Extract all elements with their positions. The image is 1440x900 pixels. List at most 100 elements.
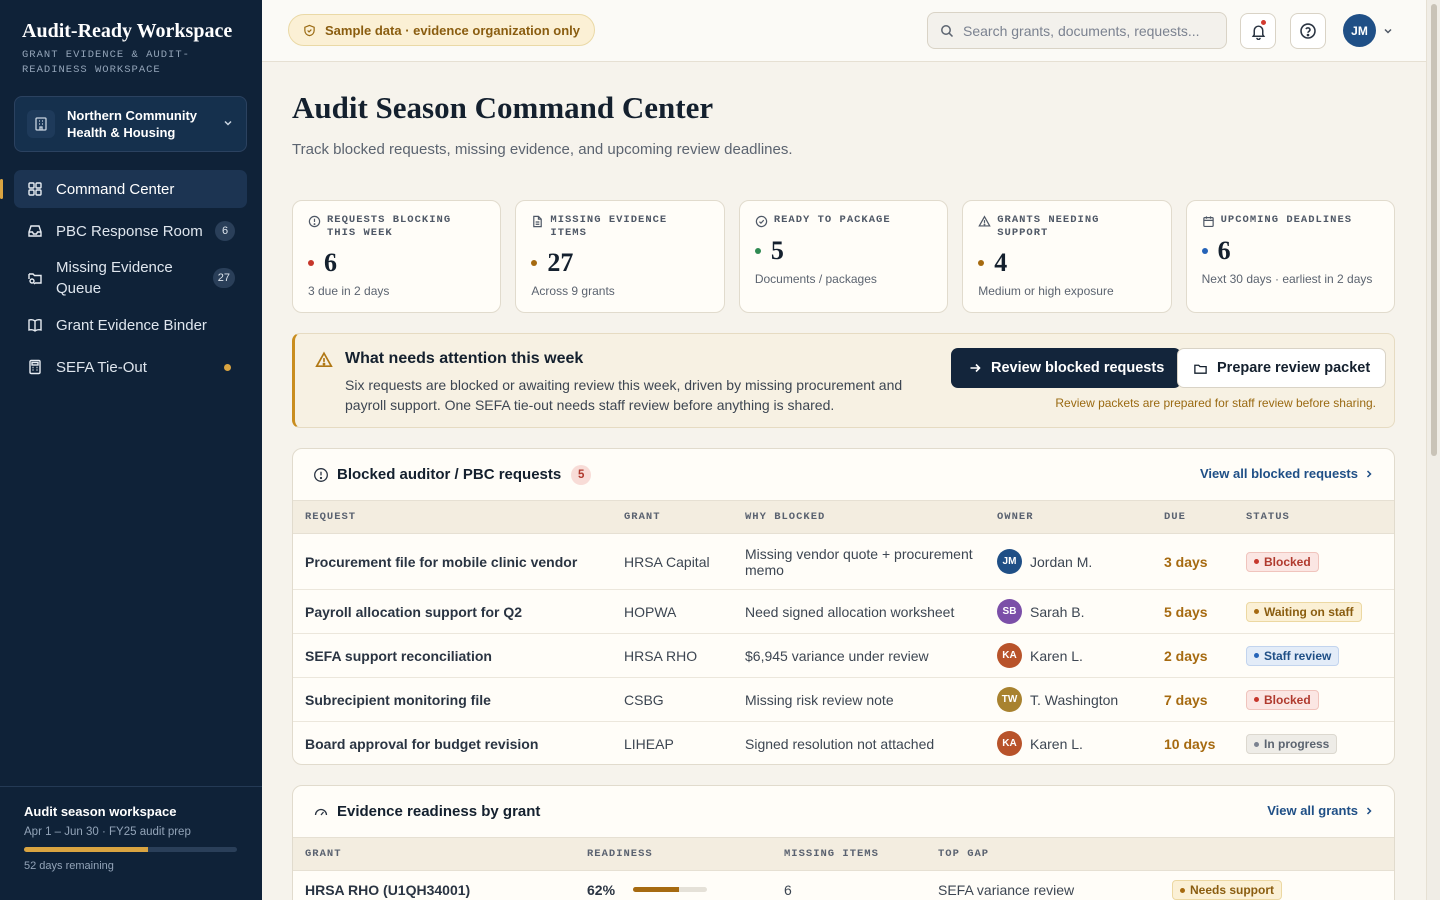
user-avatar[interactable]: JM xyxy=(1343,14,1376,47)
blocked-requests-panel: Blocked auditor / PBC requests 5 View al… xyxy=(292,448,1395,765)
kpi-label: Requests blocking this week xyxy=(327,214,452,239)
sidebar-item-sefa-tie-out[interactable]: SEFA Tie-Out xyxy=(14,348,247,386)
page-scrollbar[interactable] xyxy=(1426,0,1440,900)
due-value: 2 days xyxy=(1152,633,1234,678)
notifications-button[interactable] xyxy=(1240,13,1276,49)
column-header[interactable]: Readiness xyxy=(575,837,772,871)
request-name[interactable]: Subrecipient monitoring file xyxy=(293,677,612,722)
help-button[interactable] xyxy=(1290,13,1326,49)
kpi-card-upcoming-deadlines[interactable]: Upcoming deadlines 6 Next 30 days · earl… xyxy=(1185,200,1396,313)
due-value: 7 days xyxy=(1152,677,1234,722)
season-dates: Apr 1 – Jun 30 · FY25 audit prep xyxy=(24,826,191,838)
search-input[interactable] xyxy=(963,22,1213,39)
nav-count-badge: 6 xyxy=(215,221,235,241)
sidebar-item-grant-evidence-binder[interactable]: Grant Evidence Binder xyxy=(14,306,247,344)
kpi-card-grants-needing-support[interactable]: Grants needing support 4 Medium or high … xyxy=(962,200,1172,313)
table-row[interactable]: Procurement file for mobile clinic vendo… xyxy=(293,533,1394,590)
view-all-grants-link[interactable]: View all grants xyxy=(1267,803,1374,818)
sidebar-item-pbc-response-room[interactable]: PBC Response Room 6 xyxy=(14,212,247,250)
status-badge: In progress xyxy=(1246,734,1338,754)
request-name[interactable]: Board approval for budget revision xyxy=(293,722,612,765)
kpi-card-ready-to-package[interactable]: Ready to package 5 Documents / packages xyxy=(738,200,949,313)
org-switcher[interactable]: Northern Community Health & Housing xyxy=(14,96,247,152)
why-blocked: Missing vendor quote + procurement memo xyxy=(733,533,985,590)
table-row[interactable]: Board approval for budget revision LIHEAP… xyxy=(293,722,1394,765)
status-cell: Staff review xyxy=(1234,633,1394,678)
sidebar-item-command-center[interactable]: Command Center xyxy=(0,170,247,208)
status-badge: Needs support xyxy=(1172,880,1283,900)
column-header[interactable]: Missing items xyxy=(772,837,926,871)
column-header[interactable]: Due xyxy=(1152,500,1234,534)
building-icon xyxy=(27,110,55,138)
request-name[interactable]: SEFA support reconciliation xyxy=(293,633,612,678)
page-subtitle: Track blocked requests, missing evidence… xyxy=(292,141,793,158)
chevron-down-icon xyxy=(222,116,234,132)
status-label: In progress xyxy=(1264,737,1330,751)
owner-name: Karen L. xyxy=(1030,647,1083,664)
column-header xyxy=(1160,837,1394,871)
sidebar-nav: Command Center PBC Response Room 6 Missi… xyxy=(0,170,247,390)
chevron-right-icon xyxy=(1366,806,1372,815)
folder-search-icon xyxy=(26,269,44,287)
column-header[interactable]: Grant xyxy=(293,837,575,871)
status-dot xyxy=(1254,697,1259,703)
chevron-down-icon[interactable] xyxy=(1382,24,1394,40)
column-header[interactable]: Top gap xyxy=(926,837,1160,871)
kpi-value: 4 xyxy=(994,248,1008,277)
kpi-card-blocking-requests[interactable]: Requests blocking this week 6 3 due in 2… xyxy=(292,200,502,313)
column-header[interactable]: Why blocked xyxy=(733,500,985,534)
column-header[interactable]: Status xyxy=(1234,500,1394,534)
column-header[interactable]: Grant xyxy=(612,500,733,534)
inbox-icon xyxy=(26,222,44,240)
request-name[interactable]: Procurement file for mobile clinic vendo… xyxy=(293,533,612,590)
season-remaining: 52 days remaining xyxy=(24,860,114,872)
grant-name[interactable]: HRSA RHO (U1QH34001) xyxy=(293,871,575,900)
status-badge: Staff review xyxy=(1246,645,1340,666)
check-circle-icon xyxy=(755,214,774,228)
dashboard-icon xyxy=(26,180,44,198)
panel-title: Blocked auditor / PBC requests xyxy=(337,466,562,483)
sample-data-badge: Sample data · evidence organization only xyxy=(288,14,596,46)
owner-name: Sarah B. xyxy=(1030,603,1085,620)
request-name[interactable]: Payroll allocation support for Q2 xyxy=(293,589,612,634)
status-label: Blocked xyxy=(1264,692,1311,707)
sidebar-item-missing-evidence-queue[interactable]: Missing Evidence Queue 27 xyxy=(14,254,247,302)
prepare-review-packet-button[interactable]: Prepare review packet xyxy=(1177,348,1387,388)
search-box[interactable] xyxy=(927,12,1227,49)
review-blocked-requests-button[interactable]: Review blocked requests xyxy=(951,348,1182,388)
view-all-blocked-requests-link[interactable]: View all blocked requests xyxy=(1200,466,1374,481)
help-icon xyxy=(1299,22,1317,40)
kpi-status-dot xyxy=(531,260,538,266)
status-label: Waiting on staff xyxy=(1264,604,1354,619)
search-icon xyxy=(940,24,954,38)
owner-cell: SB Sarah B. xyxy=(985,589,1152,634)
sample-data-label: Sample data · evidence organization only xyxy=(325,22,581,38)
table-row[interactable]: Subrecipient monitoring file CSBG Missing … xyxy=(293,677,1394,722)
readiness-panel: Evidence readiness by grant View all gra… xyxy=(292,785,1395,900)
book-icon xyxy=(26,316,44,334)
grant-name: HRSA Capital xyxy=(612,533,733,590)
brand-subtitle: Grant evidence & audit-readiness workspa… xyxy=(22,49,190,76)
column-header[interactable]: Request xyxy=(293,500,612,534)
due-value: 5 days xyxy=(1152,589,1234,634)
status-badge: Blocked xyxy=(1246,689,1319,710)
season-progress-fill xyxy=(24,847,148,852)
page-title: Audit Season Command Center xyxy=(292,90,714,125)
owner-cell: KA Karen L. xyxy=(985,722,1152,765)
status-label: Needs support xyxy=(1190,883,1275,897)
grant-name: HOPWA xyxy=(612,589,733,634)
blocked-count-badge: 5 xyxy=(571,464,592,485)
kpi-card-missing-evidence[interactable]: Missing evidence items 27 Across 9 grant… xyxy=(515,200,725,313)
table-row[interactable]: Payroll allocation support for Q2 HOPWA Ne… xyxy=(293,589,1394,634)
kpi-note: Documents / packages xyxy=(754,272,877,286)
kpi-value: 5 xyxy=(770,236,784,265)
org-name: Northern Community Health & Housing xyxy=(67,108,197,140)
readiness-cell: 62% xyxy=(575,871,772,900)
column-header[interactable]: Owner xyxy=(985,500,1152,534)
table-row[interactable]: HRSA RHO (U1QH34001) 62% 6 SEFA variance re… xyxy=(293,871,1394,900)
kpi-status-dot xyxy=(1201,248,1208,254)
arrow-right-icon xyxy=(968,361,982,375)
readiness-table: Grant Readiness Missing items Top gap HR… xyxy=(293,837,1394,900)
scrollbar-thumb[interactable] xyxy=(1431,4,1437,456)
table-row[interactable]: SEFA support reconciliation HRSA RHO $6,94… xyxy=(293,633,1394,678)
